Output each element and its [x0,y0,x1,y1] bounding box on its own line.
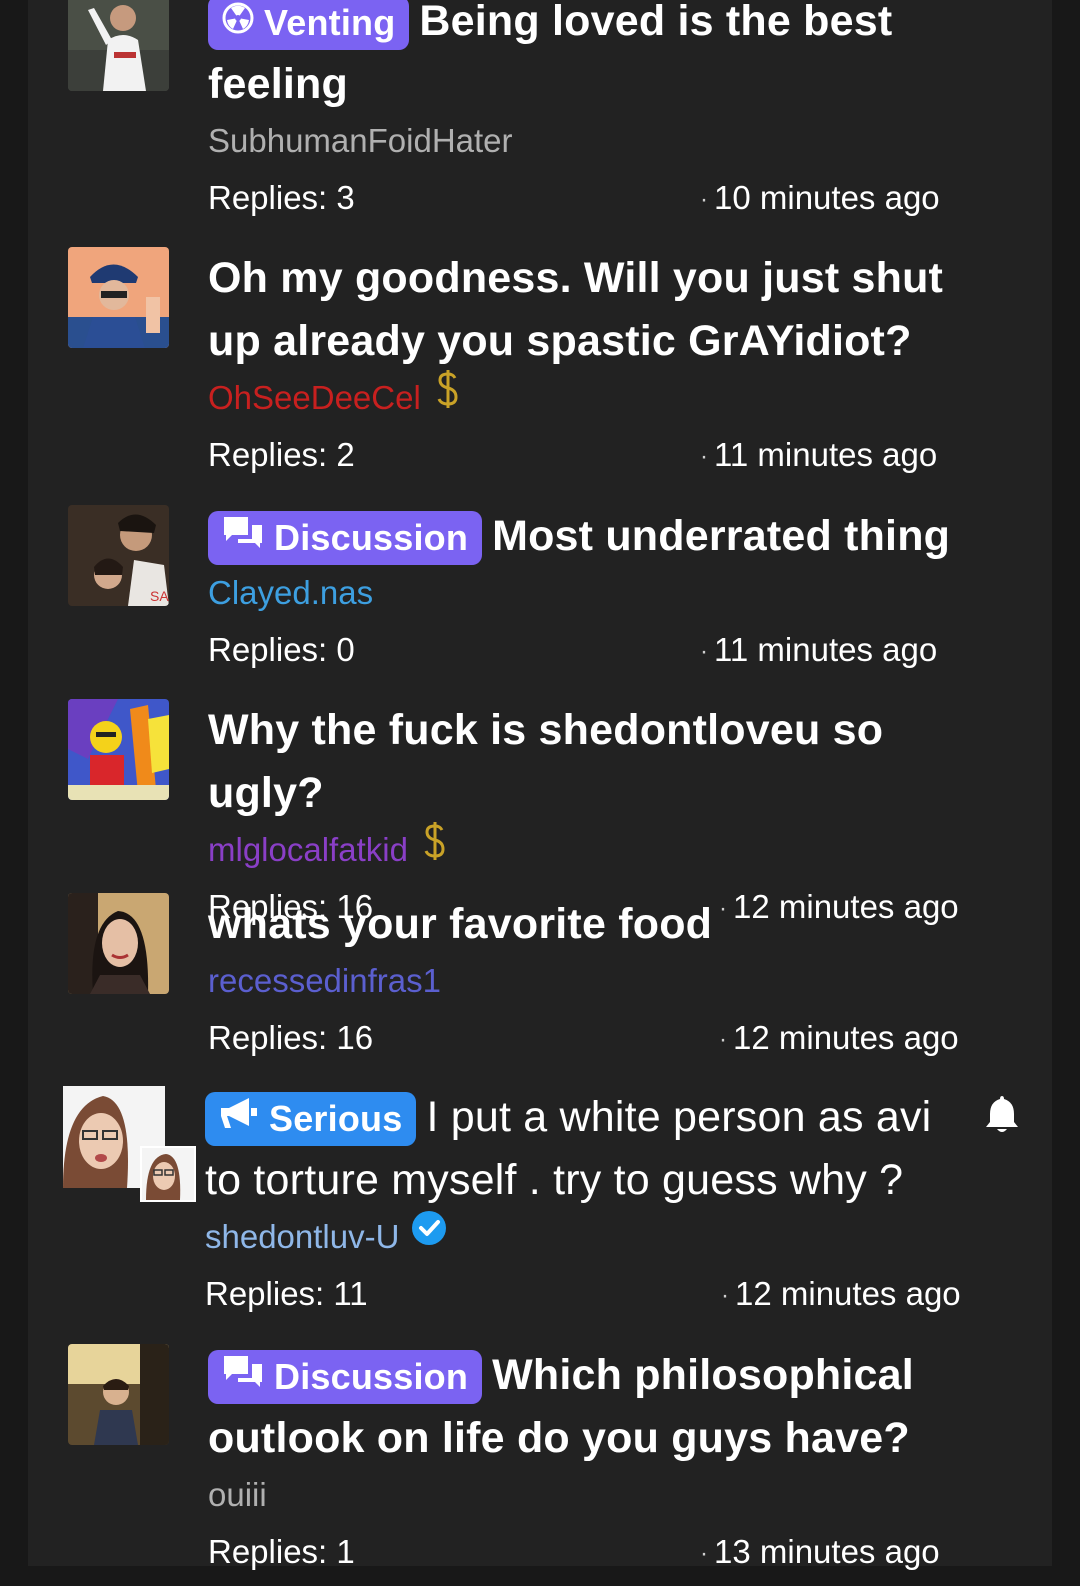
thread-title[interactable]: Oh my goodness. Will you just shut up al… [208,247,1008,373]
tag-label: Serious [269,1098,403,1139]
tag-label: Discussion [274,517,469,558]
thread-title[interactable]: Why the fuck is shedontloveu so ugly? [208,699,1008,825]
author-name[interactable]: mlglocalfatkid [208,831,408,868]
thread-feed: Venting Being loved is the best feeling … [28,0,1052,1570]
author-name[interactable]: Clayed.nas [208,568,1008,618]
reply-count: Replies: 0 [208,631,355,668]
timestamp: 13 minutes ago [714,1533,940,1570]
tag-serious[interactable]: Serious [205,1091,417,1146]
bell-icon[interactable] [984,1094,1020,1139]
reply-count: Replies: 11 [205,1275,368,1312]
thread-title[interactable]: Most underrated thing [492,512,950,560]
svg-text:SA: SA [150,588,169,604]
megaphone-icon [219,1091,259,1145]
tag-discussion[interactable]: Discussion [208,1349,483,1404]
radioactive-icon [222,0,254,49]
author-name[interactable]: OhSeeDeeCel [208,379,421,416]
timestamp: 11 minutes ago [714,436,938,473]
reply-count: Replies: 3 [208,179,355,216]
timestamp: 11 minutes ago [714,631,938,668]
tag-venting[interactable]: Venting [208,0,410,50]
thread-title[interactable]: whats your favorite food [208,893,1008,956]
chat-bubbles-icon [222,510,264,564]
timestamp: 12 minutes ago [733,1019,959,1056]
reply-count: Replies: 16 [208,1019,374,1056]
author-name[interactable]: SubhumanFoidHater [208,116,1008,166]
tag-discussion[interactable]: Discussion [208,510,483,565]
author-name[interactable]: recessedinfras1 [208,956,1008,1006]
reply-count: Replies: 1 [208,1533,355,1570]
avatar[interactable] [68,893,169,994]
dollar-sign-icon [433,368,463,424]
chat-bubbles-icon [222,1349,264,1403]
avatar[interactable] [68,699,169,800]
tag-label: Venting [264,2,396,43]
timestamp: 10 minutes ago [714,179,940,216]
avatar[interactable] [68,0,169,91]
author-name[interactable]: shedontluv-U [205,1218,399,1255]
dollar-sign-icon [420,820,450,876]
tag-label: Discussion [274,1356,469,1397]
avatar[interactable] [68,247,169,348]
timestamp: 12 minutes ago [735,1275,961,1312]
author-name[interactable]: ouiii [208,1470,1008,1520]
reply-count: Replies: 2 [208,436,355,473]
avatar[interactable]: SA [68,505,169,606]
avatar[interactable] [68,1344,169,1445]
verified-check-icon [411,1210,447,1260]
secondary-avatar [140,1146,196,1202]
